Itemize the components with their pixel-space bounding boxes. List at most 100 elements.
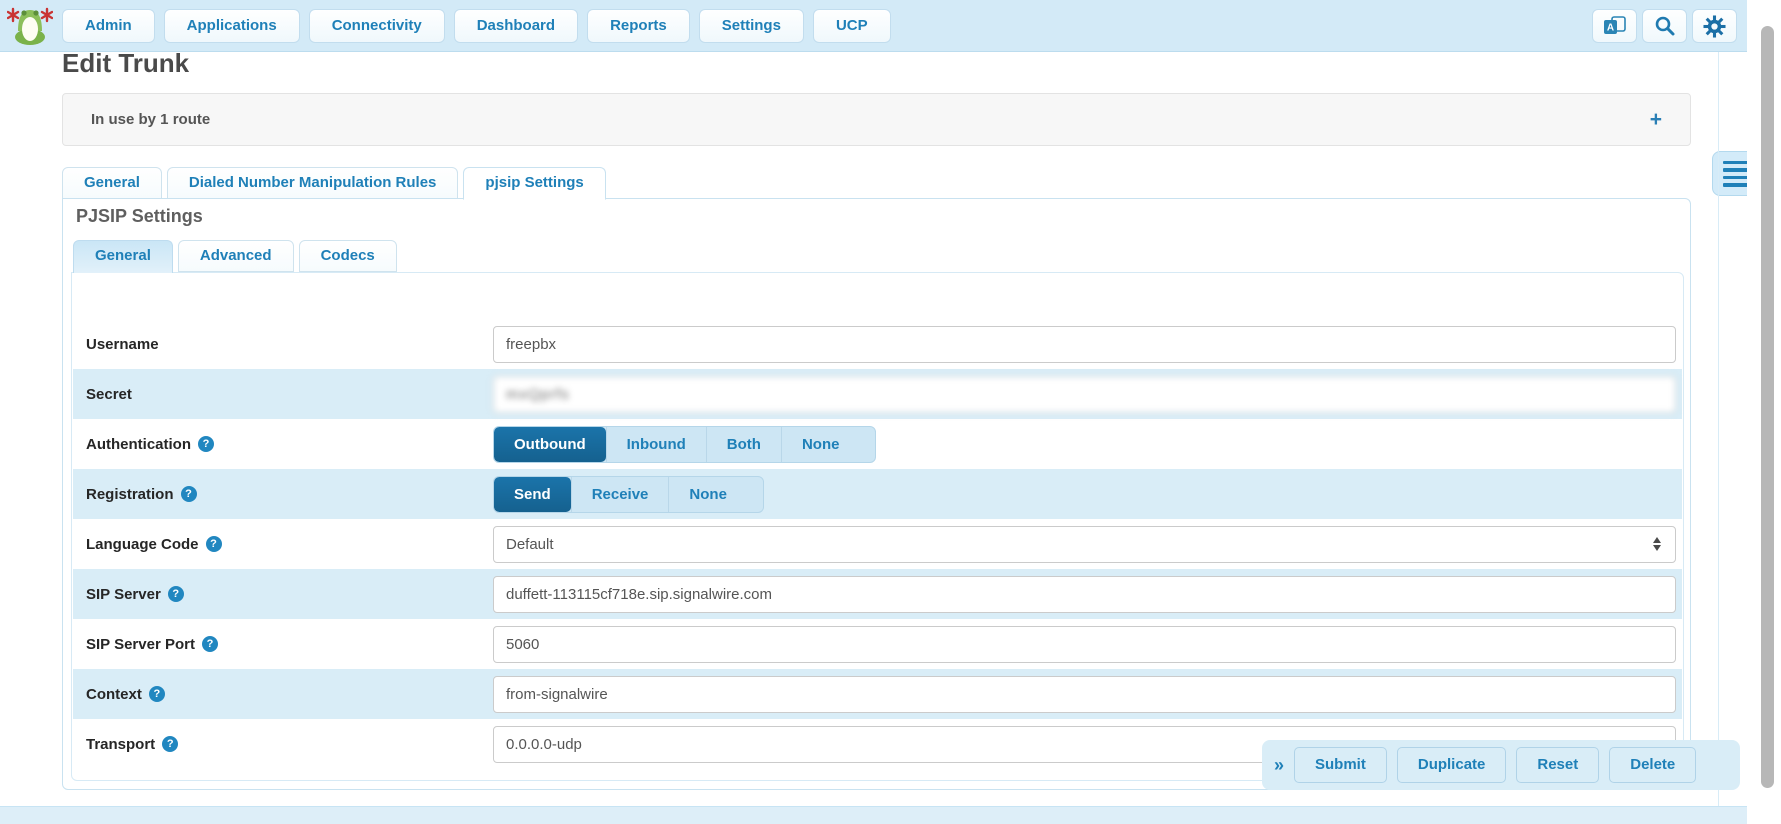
- freepbx-app: Admin Applications Connectivity Dashboard Re…: [0, 0, 1781, 824]
- language-icon[interactable]: A: [1592, 9, 1637, 43]
- collapse-chevrons-icon[interactable]: »: [1274, 755, 1284, 776]
- field-label-cell: Authentication?: [73, 436, 493, 453]
- subtab-general[interactable]: General: [73, 240, 173, 273]
- registration-option-none[interactable]: None: [668, 477, 747, 512]
- field-label-cell: Secret: [73, 386, 493, 403]
- context-input[interactable]: [493, 676, 1676, 713]
- pjsip-general-tab-content: UsernameSecretAuthentication?OutboundInb…: [71, 272, 1684, 781]
- form-row-secret: Secret: [73, 369, 1682, 419]
- expand-plus-icon[interactable]: +: [1650, 108, 1662, 132]
- field-control-cell: OutboundInboundBothNone: [493, 426, 1682, 463]
- select-spinner-icon: [1653, 537, 1662, 551]
- form-action-bar: » Submit DuplicateReset Delete: [1262, 740, 1740, 790]
- authentication-option-both[interactable]: Both: [706, 427, 781, 462]
- submit-button[interactable]: Submit: [1294, 747, 1387, 783]
- section-heading: PJSIP Settings: [76, 206, 203, 227]
- registration-toggle-group: SendReceiveNone: [493, 476, 764, 513]
- nav-item-applications[interactable]: Applications: [164, 9, 300, 43]
- field-label: Transport: [86, 736, 155, 753]
- authentication-option-outbound[interactable]: Outbound: [494, 427, 606, 462]
- help-icon[interactable]: ?: [168, 586, 184, 602]
- page-footer: [0, 806, 1747, 824]
- field-label-cell: Language Code?: [73, 536, 493, 553]
- registration-option-receive[interactable]: Receive: [571, 477, 669, 512]
- svg-text:A: A: [1606, 23, 1613, 34]
- nav-item-settings[interactable]: Settings: [699, 9, 804, 43]
- field-control-cell: [493, 576, 1682, 613]
- field-control-cell: Default: [493, 526, 1682, 563]
- nav-item-dashboard[interactable]: Dashboard: [454, 9, 578, 43]
- pjsip-settings-panel: PJSIP Settings GeneralAdvancedCodecs Use…: [62, 198, 1691, 790]
- freepbx-frog-logo-icon[interactable]: [7, 5, 53, 47]
- field-control-cell: [493, 376, 1682, 413]
- form-row-registration: Registration?SendReceiveNone: [73, 469, 1682, 519]
- search-icon[interactable]: [1642, 9, 1687, 43]
- authentication-option-inbound[interactable]: Inbound: [606, 427, 706, 462]
- help-icon[interactable]: ?: [181, 486, 197, 502]
- field-label: Context: [86, 686, 142, 703]
- nav-item-reports[interactable]: Reports: [587, 9, 690, 43]
- field-label: Secret: [86, 386, 132, 403]
- toggle-group-pad: [747, 477, 763, 512]
- field-label-cell: Context?: [73, 686, 493, 703]
- nav-item-ucp[interactable]: UCP: [813, 9, 891, 43]
- field-label: SIP Server: [86, 586, 161, 603]
- authentication-option-none[interactable]: None: [781, 427, 860, 462]
- nav-item-admin[interactable]: Admin: [62, 9, 155, 43]
- toggle-group-pad: [859, 427, 875, 462]
- help-icon[interactable]: ?: [198, 436, 214, 452]
- help-icon[interactable]: ?: [206, 536, 222, 552]
- field-label: SIP Server Port: [86, 636, 195, 653]
- field-control-cell: SendReceiveNone: [493, 476, 1682, 513]
- usage-panel[interactable]: In use by 1 route +: [62, 93, 1691, 146]
- tab-general[interactable]: General: [62, 167, 162, 199]
- help-icon[interactable]: ?: [202, 636, 218, 652]
- field-label-cell: Transport?: [73, 736, 493, 753]
- sip-server-port-input[interactable]: [493, 626, 1676, 663]
- subtab-advanced[interactable]: Advanced: [178, 240, 294, 272]
- trunk-tabs: GeneralDialed Number Manipulation Rulesp…: [62, 167, 606, 200]
- list-icon: [1723, 161, 1749, 187]
- action-buttons: Submit DuplicateReset Delete: [1294, 747, 1696, 783]
- page-title: Edit Trunk: [62, 48, 189, 79]
- nav-item-connectivity[interactable]: Connectivity: [309, 9, 445, 43]
- nav-menu: Admin Applications Connectivity Dashboard Re…: [62, 9, 891, 43]
- field-label: Username: [86, 336, 159, 353]
- usage-text: In use by 1 route: [91, 111, 210, 128]
- tab-dialed-number-manipulation-rules[interactable]: Dialed Number Manipulation Rules: [167, 167, 459, 199]
- field-control-cell: [493, 676, 1682, 713]
- subtab-codecs[interactable]: Codecs: [299, 240, 397, 272]
- content-right-border: [1718, 52, 1719, 806]
- registration-option-send[interactable]: Send: [494, 477, 571, 512]
- scrollbar-thumb[interactable]: [1761, 26, 1774, 788]
- form-row-authentication: Authentication?OutboundInboundBothNone: [73, 419, 1682, 469]
- duplicate-button[interactable]: Duplicate: [1397, 747, 1507, 783]
- form-row-context: Context?: [73, 669, 1682, 719]
- reset-button[interactable]: Reset: [1516, 747, 1599, 783]
- language-code-select[interactable]: Default: [493, 526, 1676, 563]
- scrollbar-track: [1747, 0, 1781, 824]
- form-row-language-code: Language Code? Default: [73, 519, 1682, 569]
- form-row-sip-server: SIP Server?: [73, 569, 1682, 619]
- tab-pjsip-settings[interactable]: pjsip Settings: [463, 167, 605, 200]
- sip-server-input[interactable]: [493, 576, 1676, 613]
- nav-icon-buttons: A: [1592, 9, 1737, 43]
- username-input[interactable]: [493, 326, 1676, 363]
- field-control-cell: [493, 626, 1682, 663]
- field-label-cell: SIP Server Port?: [73, 636, 493, 653]
- secret-input[interactable]: [493, 376, 1676, 413]
- field-label: Registration: [86, 486, 174, 503]
- help-icon[interactable]: ?: [149, 686, 165, 702]
- pjsip-sub-tabs: GeneralAdvancedCodecs: [73, 240, 397, 273]
- field-label-cell: Username: [73, 336, 493, 353]
- field-control-cell: [493, 326, 1682, 363]
- help-icon[interactable]: ?: [162, 736, 178, 752]
- field-label: Language Code: [86, 536, 199, 553]
- field-label-cell: Registration?: [73, 486, 493, 503]
- form-row-sip-server-port: SIP Server Port?: [73, 619, 1682, 669]
- field-label: Authentication: [86, 436, 191, 453]
- select-value: Default: [506, 536, 554, 553]
- delete-button[interactable]: Delete: [1609, 747, 1696, 783]
- gear-icon[interactable]: [1692, 9, 1737, 43]
- field-label-cell: SIP Server?: [73, 586, 493, 603]
